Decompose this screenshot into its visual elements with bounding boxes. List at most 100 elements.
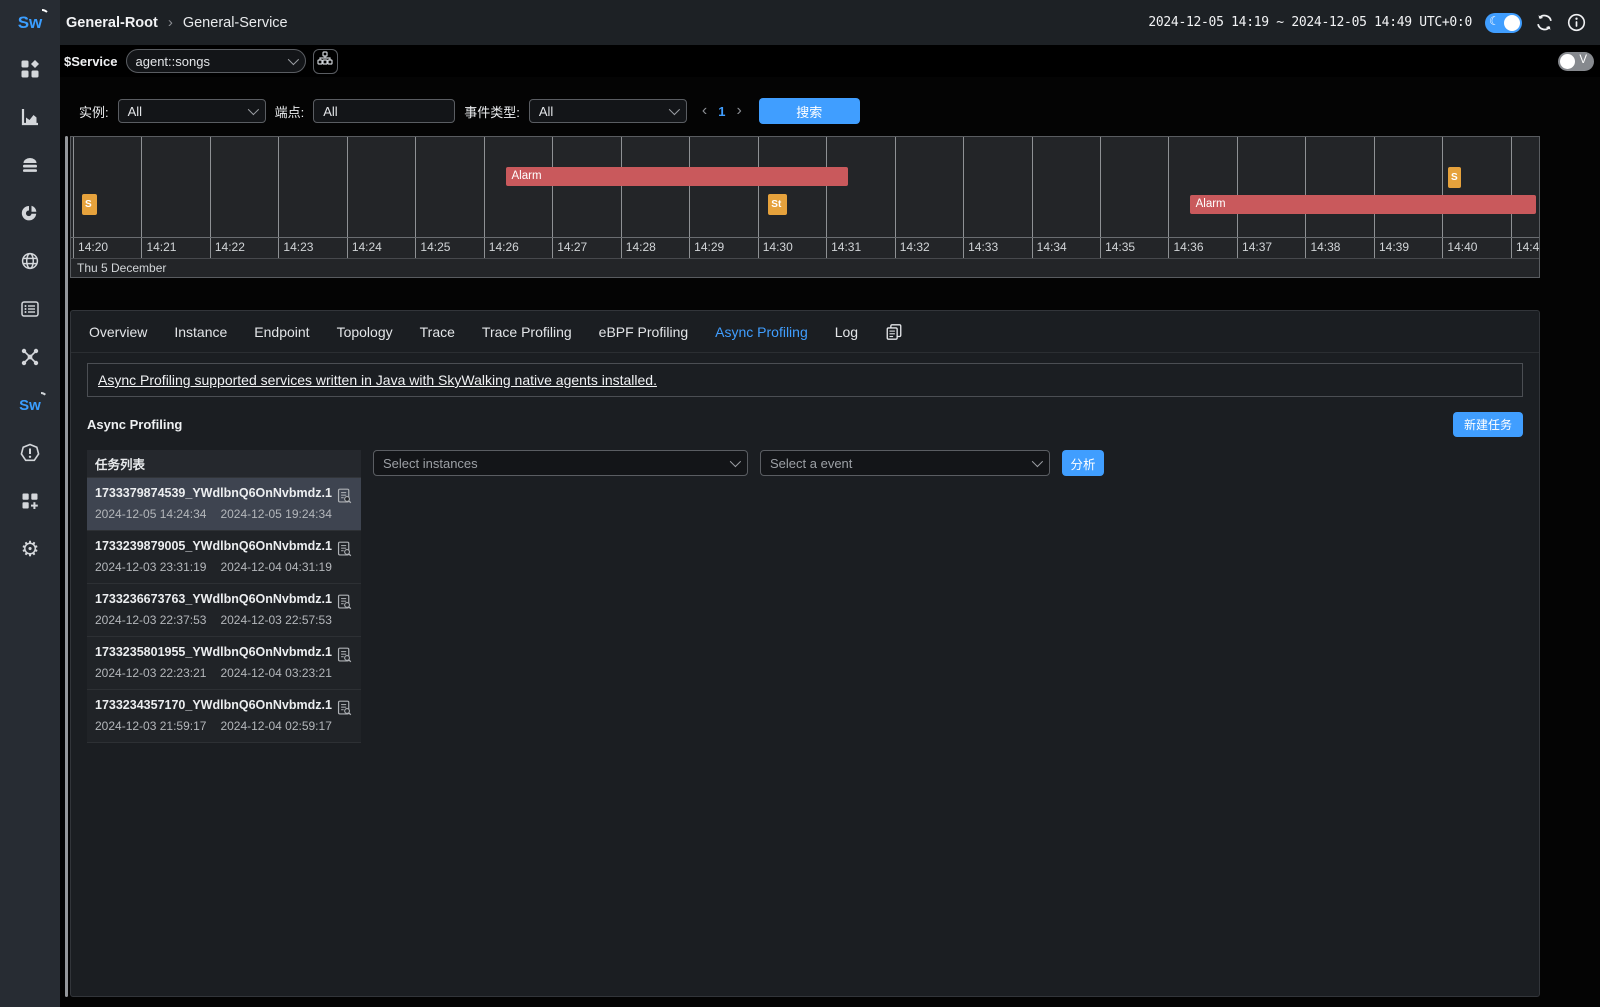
tick-label: 14:24 — [347, 240, 382, 254]
service-selector-row: $Service agent::songs V — [60, 45, 1600, 77]
tick-label: 14:38 — [1305, 240, 1340, 254]
tab-trace-profiling[interactable]: Trace Profiling — [482, 324, 572, 340]
database-icon — [20, 155, 40, 175]
theme-toggle[interactable]: ☾ — [1485, 13, 1522, 33]
next-page-arrow[interactable]: › — [736, 103, 741, 119]
service-label: $Service — [64, 54, 118, 69]
instance-filter-select[interactable]: All — [118, 99, 266, 123]
task-detail-icon[interactable] — [336, 699, 353, 722]
tab-ebpf-profiling[interactable]: eBPF Profiling — [599, 324, 688, 340]
org-chart-icon — [317, 51, 333, 72]
task-end-time: 2024-12-05 19:24:34 — [220, 507, 331, 521]
tick-label: 14:32 — [895, 240, 930, 254]
chevron-down-icon — [730, 456, 741, 467]
task-detail-icon[interactable] — [336, 646, 353, 669]
sidebar-item-topology[interactable] — [19, 346, 41, 368]
gear-icon: ⚙ — [21, 539, 40, 560]
alarm-event-bar[interactable]: Alarm — [506, 167, 849, 186]
task-detail-icon[interactable] — [336, 593, 353, 616]
alarm-event-bar[interactable]: Alarm — [1190, 195, 1536, 214]
copy-dashboard-icon[interactable] — [885, 323, 903, 341]
info-icon[interactable] — [1567, 13, 1586, 32]
tab-instance[interactable]: Instance — [174, 324, 227, 340]
tick-label: 14:34 — [1032, 240, 1067, 254]
tab-log[interactable]: Log — [835, 324, 858, 340]
task-list-item[interactable]: 1733239879005_YWdlbnQ6OnNvbmdz.1 2024-12… — [87, 531, 361, 584]
service-detail-panel: Overview Instance Endpoint Topology Trac… — [70, 310, 1540, 997]
tick-label: 14:27 — [552, 240, 587, 254]
service-select[interactable]: agent::songs — [126, 49, 306, 73]
tab-trace[interactable]: Trace — [420, 324, 455, 340]
breadcrumb: General-Root › General-Service — [66, 14, 288, 31]
bar-chart-icon — [20, 107, 40, 127]
new-task-button[interactable]: 新建任务 — [1453, 412, 1523, 437]
skywalking-logo[interactable]: Sw — [0, 0, 60, 45]
tab-endpoint[interactable]: Endpoint — [254, 324, 309, 340]
task-detail-icon[interactable] — [336, 487, 353, 510]
event-timeline: Alarm Alarm S St S 14:20 14:21 14:22 14:… — [70, 136, 1540, 278]
task-end-time: 2024-12-03 22:57:53 — [220, 613, 331, 627]
tab-bar: Overview Instance Endpoint Topology Trac… — [71, 311, 1539, 353]
sidebar: Sw Sw ⚙ — [0, 0, 60, 1007]
sidebar-item-skywalking[interactable]: Sw — [19, 394, 41, 416]
tick-label: 14:20 — [73, 240, 108, 254]
sidebar-item-dashboards[interactable] — [19, 202, 41, 224]
sidebar-item-alerting[interactable] — [19, 442, 41, 464]
breadcrumb-root[interactable]: General-Root — [66, 15, 158, 31]
task-detail-icon[interactable] — [336, 540, 353, 563]
current-page-number[interactable]: 1 — [718, 104, 725, 119]
tab-overview[interactable]: Overview — [89, 324, 147, 340]
moon-icon: ☾ — [1489, 14, 1500, 28]
chevron-down-icon — [1032, 456, 1043, 467]
event-type-filter-select[interactable]: All — [529, 99, 687, 123]
task-list-item[interactable]: 1733235801955_YWdlbnQ6OnNvbmdz.1 2024-12… — [87, 637, 361, 690]
logo-swoosh — [42, 9, 50, 17]
sidebar-item-marketplace[interactable] — [19, 58, 41, 80]
start-event-marker[interactable]: S — [1448, 167, 1461, 188]
scrollbar[interactable] — [65, 136, 68, 997]
task-list-item[interactable]: 1733379874539_YWdlbnQ6OnNvbmdz.1 2024-12… — [87, 478, 361, 531]
endpoint-filter-input[interactable] — [313, 99, 455, 123]
grid-plus-icon — [20, 491, 40, 511]
select-event-dropdown[interactable]: Select a event — [760, 450, 1050, 476]
tick-label: 14:36 — [1168, 240, 1203, 254]
sidebar-item-widgets[interactable] — [19, 490, 41, 512]
select-instances-placeholder: Select instances — [383, 456, 478, 471]
event-type-filter-value: All — [539, 104, 553, 119]
async-profiling-doc-link[interactable]: Async Profiling supported services writt… — [98, 372, 657, 388]
sidebar-item-settings[interactable]: ⚙ — [19, 538, 41, 560]
sidebar-item-browser[interactable] — [19, 250, 41, 272]
task-list: 任务列表 1733379874539_YWdlbnQ6OnNvbmdz.1 20… — [87, 450, 361, 743]
task-end-time: 2024-12-04 03:23:21 — [220, 666, 331, 680]
select-instances-dropdown[interactable]: Select instances — [373, 450, 748, 476]
event-type-filter-label: 事件类型: — [464, 102, 520, 121]
task-list-item[interactable]: 1733236673763_YWdlbnQ6OnNvbmdz.1 2024-12… — [87, 584, 361, 637]
sidebar-item-log[interactable] — [19, 298, 41, 320]
start-event-marker[interactable]: St — [768, 194, 787, 215]
start-event-marker[interactable]: S — [82, 194, 97, 215]
toggle-knob — [1560, 54, 1575, 69]
chevron-down-icon — [247, 104, 258, 115]
axis-line — [71, 258, 1539, 259]
service-topology-button[interactable] — [313, 49, 338, 74]
tick-label: 14:23 — [278, 240, 313, 254]
tab-topology[interactable]: Topology — [337, 324, 393, 340]
task-list-item[interactable]: 1733234357170_YWdlbnQ6OnNvbmdz.1 2024-12… — [87, 690, 361, 743]
timeline-date-label: Thu 5 December — [77, 261, 166, 275]
pagination: ‹ 1 › — [702, 103, 742, 119]
sidebar-item-database[interactable] — [19, 154, 41, 176]
refresh-icon[interactable] — [1535, 13, 1554, 32]
tab-async-profiling[interactable]: Async Profiling — [715, 324, 808, 340]
toggle-knob — [1504, 15, 1520, 31]
analyze-button[interactable]: 分析 — [1062, 450, 1104, 476]
topology-icon — [20, 347, 40, 367]
tick-label: 14:39 — [1374, 240, 1409, 254]
prev-page-arrow[interactable]: ‹ — [702, 103, 707, 119]
select-event-placeholder: Select a event — [770, 456, 852, 471]
globe-icon — [20, 251, 40, 271]
time-range-picker[interactable]: 2024-12-05 14:19 ~ 2024-12-05 14:49 UTC+… — [1148, 15, 1472, 30]
sidebar-item-general-service[interactable] — [19, 106, 41, 128]
task-list-header: 任务列表 — [87, 450, 361, 478]
search-button[interactable]: 搜索 — [759, 98, 860, 124]
version-toggle[interactable]: V — [1558, 52, 1594, 71]
